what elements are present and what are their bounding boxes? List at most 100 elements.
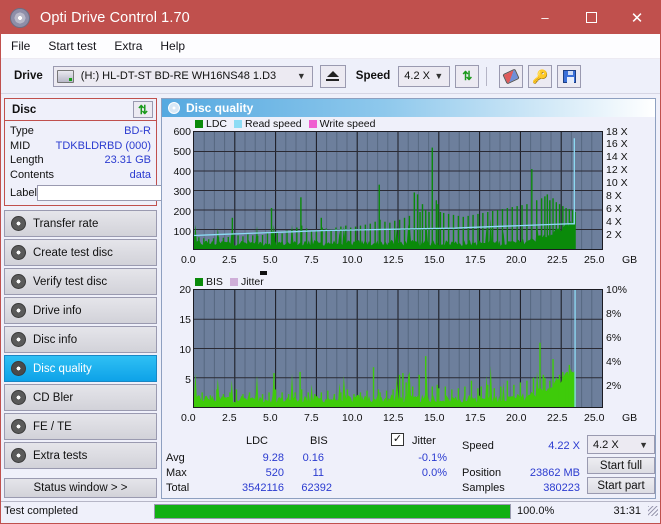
- x-tick: 10.0: [342, 412, 363, 424]
- y-tick: 400: [173, 166, 191, 178]
- disc-icon: [11, 419, 26, 434]
- window-title: Opti Drive Control 1.70: [40, 9, 190, 26]
- disc-icon: [11, 274, 26, 289]
- x-tick: 17.5: [465, 412, 486, 424]
- eject-bar: [326, 78, 340, 82]
- chart2-legend: BIS Jitter: [162, 271, 655, 288]
- disc-mid-label: MID: [10, 139, 31, 152]
- x-tick: 5.0: [263, 254, 278, 266]
- sidebar-item-fe-te[interactable]: FE / TE: [4, 413, 157, 440]
- title-bar: Opti Drive Control 1.70 – ✕: [1, 1, 660, 34]
- stats-total-bis: 62392: [301, 482, 332, 494]
- content-area: Disc quality LDC Read speed Write speed: [160, 94, 660, 501]
- start-part-button[interactable]: Start part: [587, 477, 655, 494]
- legend-swatch-bis: [195, 277, 203, 286]
- disc-type-value: BD-R: [124, 125, 151, 138]
- stats-max-bis: 11: [312, 467, 324, 479]
- disc-length-label: Length: [10, 154, 44, 167]
- sidebar-item-label: Create test disc: [33, 246, 113, 259]
- minimize-button[interactable]: –: [522, 1, 568, 34]
- start-full-button[interactable]: Start full: [587, 457, 655, 474]
- speed-select[interactable]: 4.2 X ▼: [398, 65, 451, 87]
- legend-item-ldc: LDC: [195, 118, 227, 130]
- chart-bis-jitter: 20 15 10 5 10% 8% 6% 4% 2% 0.0 2.5 5.0 7…: [162, 284, 655, 433]
- eject-button[interactable]: [319, 64, 346, 88]
- chart2-plot: [193, 289, 603, 408]
- disc-icon: [11, 448, 26, 463]
- y2-tick: 6%: [606, 332, 622, 344]
- disc-quality-panel: Disc quality LDC Read speed Write speed: [161, 98, 656, 499]
- x-tick: 22.5: [547, 254, 568, 266]
- window-controls: – ✕: [522, 1, 660, 34]
- disc-row-mid: MID TDKBLDRBD (000): [10, 139, 151, 154]
- toolbar-divider: [486, 66, 488, 86]
- menu-extra[interactable]: Extra: [114, 39, 142, 53]
- disc-refresh-button[interactable]: ⇅: [133, 101, 153, 118]
- chart-ldc-readspeed: 600 500 400 300 200 100 18 X 16 X 14 X 1…: [162, 126, 655, 275]
- stats-max-ldc: 520: [265, 467, 284, 479]
- disc-info-rows: Type BD-R MID TDKBLDRBD (000) Length 23.…: [5, 121, 238, 205]
- minimize-icon: –: [541, 10, 549, 25]
- key-button[interactable]: 🔑: [528, 64, 553, 88]
- sidebar-item-disc-info[interactable]: Disc info: [4, 326, 157, 353]
- y-tick: 100: [173, 226, 191, 238]
- speed-stat-label: Speed: [462, 440, 494, 452]
- disc-icon: [11, 390, 26, 405]
- disc-row-type: Type BD-R: [10, 124, 151, 139]
- test-speed-select[interactable]: 4.2 X ▼: [587, 435, 655, 454]
- sidebar-item-drive-info[interactable]: Drive info: [4, 297, 157, 324]
- x-tick: 7.5: [304, 254, 319, 266]
- sidebar-item-label: CD Bler: [33, 391, 74, 404]
- refresh-button[interactable]: ⇅: [455, 64, 480, 88]
- y2-tick: 6 X: [606, 203, 622, 215]
- x-tick: 0.0: [181, 254, 196, 266]
- disc-icon: [11, 361, 26, 376]
- close-button[interactable]: ✕: [614, 1, 660, 34]
- key-icon: 🔑: [532, 68, 549, 84]
- y2-tick: 8 X: [606, 190, 622, 202]
- drive-select[interactable]: (H:) HL-DT-ST BD-RE WH16NS48 1.D3 ▼: [52, 65, 313, 87]
- progress-bar: [154, 503, 511, 519]
- x-axis-label: GB: [622, 412, 638, 424]
- x-tick: 17.5: [465, 254, 486, 266]
- x-tick: 7.5: [304, 412, 319, 424]
- status-window-button[interactable]: Status window > >: [4, 478, 157, 498]
- app-window: Opti Drive Control 1.70 – ✕ File Start t…: [0, 0, 661, 524]
- sidebar-item-cd-bler[interactable]: CD Bler: [4, 384, 157, 411]
- disc-row-contents: Contents data: [10, 168, 151, 183]
- eraser-icon: [502, 68, 520, 84]
- menu-help[interactable]: Help: [160, 39, 185, 53]
- disc-contents-value: data: [129, 168, 151, 181]
- menu-file[interactable]: File: [11, 39, 30, 53]
- sidebar-item-extra-tests[interactable]: Extra tests: [4, 442, 157, 469]
- y2-tick: 12 X: [606, 164, 628, 176]
- disc-contents-label: Contents: [10, 168, 55, 181]
- legend-label-read-speed: Read speed: [245, 117, 302, 130]
- jitter-checkbox[interactable]: ✓: [391, 433, 404, 446]
- erase-button[interactable]: [499, 64, 524, 88]
- x-tick: 22.5: [547, 412, 568, 424]
- resize-grip-icon[interactable]: [648, 506, 658, 516]
- save-button[interactable]: [557, 64, 582, 88]
- legend-item-bis: BIS: [195, 276, 223, 288]
- maximize-button[interactable]: [568, 1, 614, 34]
- sidebar-item-transfer-rate[interactable]: Transfer rate: [4, 210, 157, 237]
- sidebar-item-label: Drive info: [33, 304, 82, 317]
- menu-start-test[interactable]: Start test: [48, 39, 96, 53]
- legend-label-bis: BIS: [206, 275, 223, 288]
- sidebar-item-verify-test-disc[interactable]: Verify test disc: [4, 268, 157, 295]
- sidebar-item-create-test-disc[interactable]: Create test disc: [4, 239, 157, 266]
- x-tick: 25.0: [584, 254, 605, 266]
- disc-row-length: Length 23.31 GB: [10, 153, 151, 168]
- x-tick: 0.0: [181, 412, 196, 424]
- y-tick: 300: [173, 186, 191, 198]
- drive-icon: [56, 69, 74, 83]
- sidebar-item-disc-quality[interactable]: Disc quality: [4, 355, 157, 382]
- y2-tick: 18 X: [606, 126, 628, 138]
- legend-swatch-write-speed: [308, 119, 317, 128]
- x-tick: 12.5: [383, 412, 404, 424]
- chart1-legend: LDC Read speed Write speed: [162, 117, 655, 130]
- y-tick: 500: [173, 146, 191, 158]
- chevron-down-icon: ▼: [639, 439, 648, 450]
- refresh-icon: ⇅: [462, 69, 473, 83]
